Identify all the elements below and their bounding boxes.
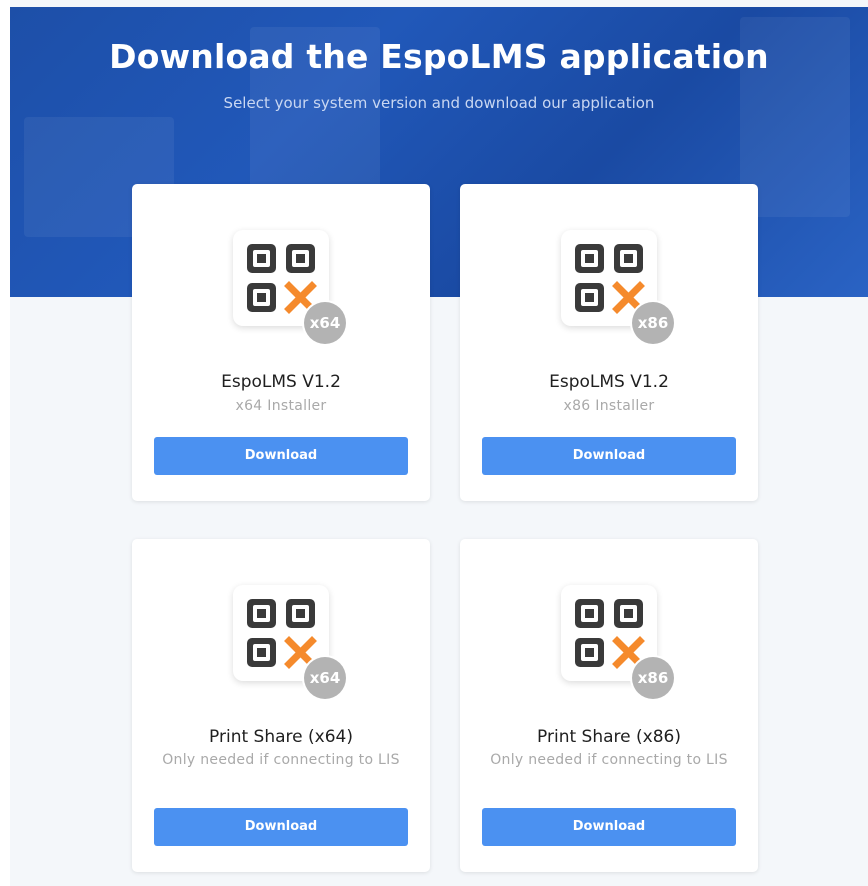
card-title: EspoLMS V1.2 bbox=[221, 372, 341, 392]
architecture-badge: x64 bbox=[304, 657, 346, 699]
architecture-badge: x64 bbox=[304, 302, 346, 344]
download-card-espolms-x86: x86 EspoLMS V1.2 x86 Installer Download bbox=[460, 184, 758, 501]
architecture-badge: x86 bbox=[632, 302, 674, 344]
download-button[interactable]: Download bbox=[482, 808, 736, 846]
page-title: Download the EspoLMS application bbox=[109, 37, 769, 76]
page-subtitle: Select your system version and download … bbox=[223, 94, 655, 112]
download-card-print-share-x64: x64 Print Share (x64) Only needed if con… bbox=[132, 539, 430, 872]
card-subtitle: x86 Installer bbox=[563, 398, 655, 414]
download-button[interactable]: Download bbox=[154, 808, 408, 846]
card-subtitle: Only needed if connecting to LIS bbox=[490, 752, 728, 768]
download-card-print-share-x86: x86 Print Share (x86) Only needed if con… bbox=[460, 539, 758, 872]
architecture-badge: x86 bbox=[632, 657, 674, 699]
download-button[interactable]: Download bbox=[154, 437, 408, 475]
card-title: Print Share (x86) bbox=[537, 727, 681, 747]
card-subtitle: x64 Installer bbox=[235, 398, 327, 414]
card-title: Print Share (x64) bbox=[209, 727, 353, 747]
download-page: Download the EspoLMS application Select … bbox=[10, 0, 868, 886]
card-title: EspoLMS V1.2 bbox=[549, 372, 669, 392]
card-subtitle: Only needed if connecting to LIS bbox=[162, 752, 400, 768]
download-card-espolms-x64: x64 EspoLMS V1.2 x64 Installer Download bbox=[132, 184, 430, 501]
download-button[interactable]: Download bbox=[482, 437, 736, 475]
